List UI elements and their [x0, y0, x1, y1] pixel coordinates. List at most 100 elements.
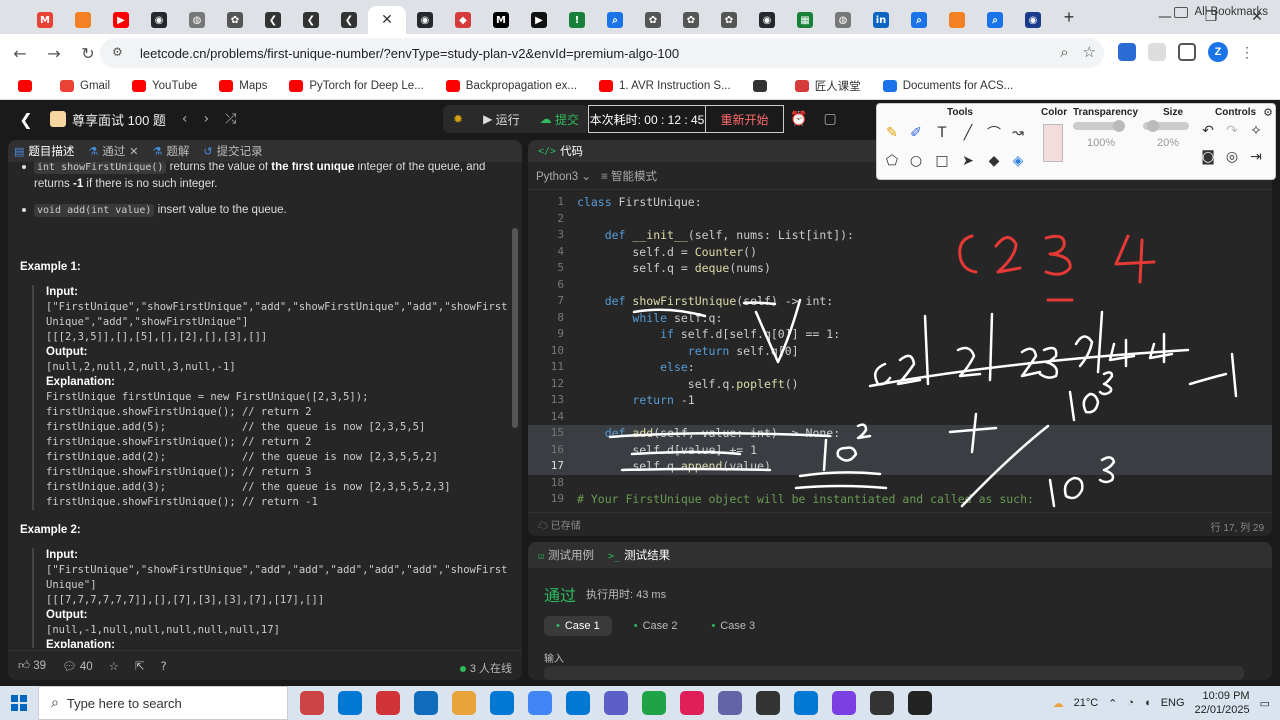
slider-knob[interactable]: [1147, 120, 1159, 132]
address-bar[interactable]: ⚙ leetcode.cn/problems/first-unique-numb…: [100, 38, 1104, 68]
size-slider[interactable]: [1143, 120, 1189, 132]
color-swatch[interactable]: [1043, 124, 1063, 162]
fill-tool-icon[interactable]: ◈: [1009, 152, 1027, 170]
browser-tab[interactable]: ✿: [672, 6, 710, 34]
taskbar-app-icon[interactable]: [718, 691, 742, 715]
start-button[interactable]: [0, 686, 38, 720]
circle-tool-icon[interactable]: ○: [907, 152, 925, 170]
bookmark-item[interactable]: YouTube: [132, 79, 197, 92]
taskbar-app-icon[interactable]: [642, 691, 666, 715]
bookmark-item[interactable]: Documents for ACS...: [882, 79, 1013, 92]
bookmark-item[interactable]: PyTorch for Deep Le...: [289, 79, 424, 92]
exit-icon[interactable]: ⇥: [1247, 148, 1265, 166]
curve-tool-icon[interactable]: ⌒: [985, 124, 1003, 142]
close-tab-icon[interactable]: ✕: [381, 12, 393, 28]
tab-test-results[interactable]: >_ 测试结果: [608, 547, 670, 563]
comment-button[interactable]: 💬︎ 40: [62, 659, 93, 673]
url-text[interactable]: leetcode.cn/problems/first-unique-number…: [140, 46, 679, 61]
taskbar-app-icon[interactable]: [832, 691, 856, 715]
scrollbar[interactable]: [512, 228, 518, 428]
network-icon[interactable]: ◔: [1127, 697, 1134, 709]
bookmark-item[interactable]: Gmail: [60, 79, 110, 92]
puzzle-icon[interactable]: [1178, 43, 1196, 61]
browser-tab[interactable]: ❮: [292, 6, 330, 34]
all-bookmarks[interactable]: All Bookmarks: [1173, 6, 1268, 18]
taskbar-app-icon[interactable]: [566, 691, 590, 715]
bookmark-item[interactable]: Maps: [219, 79, 267, 92]
leetcode-logo-icon[interactable]: ❮: [16, 109, 36, 129]
text-tool-icon[interactable]: T: [933, 124, 951, 142]
taskbar-app-icon[interactable]: [376, 691, 400, 715]
browser-tab[interactable]: ▶: [102, 6, 140, 34]
browser-tab[interactable]: ◉: [1014, 6, 1052, 34]
share-icon[interactable]: ⇱: [135, 659, 145, 673]
tab-passed[interactable]: ⚗ 通过 ✕: [88, 143, 138, 159]
browser-tab[interactable]: ▶: [520, 6, 558, 34]
rectangle-tool-icon[interactable]: □: [933, 152, 951, 170]
polygon-tool-icon[interactable]: ⬠: [883, 152, 901, 170]
hide-icon[interactable]: ◎: [1223, 148, 1241, 166]
taskbar-app-icon[interactable]: [794, 691, 818, 715]
arrow-tool-icon[interactable]: ↝: [1009, 124, 1027, 142]
back-icon[interactable]: ←: [6, 39, 34, 67]
star-icon[interactable]: ☆: [109, 659, 119, 673]
browser-tab[interactable]: M: [26, 6, 64, 34]
case-tab[interactable]: • Case 1: [544, 616, 612, 636]
case-tab[interactable]: • Case 2: [622, 616, 690, 636]
browser-tab[interactable]: ◆: [444, 6, 482, 34]
line-tool-icon[interactable]: ╱: [959, 124, 977, 142]
code-editor[interactable]: 1 class FirstUnique: 2 3 def __init__(self,…: [528, 194, 1272, 512]
extension-icon[interactable]: [1118, 43, 1136, 61]
taskbar-app-icon[interactable]: [870, 691, 894, 715]
pointer-tool-icon[interactable]: ➤: [959, 152, 977, 170]
site-info-icon[interactable]: ⚙: [112, 45, 128, 61]
close-tab-icon[interactable]: ✕: [129, 145, 138, 158]
camera-icon[interactable]: ◙: [1199, 148, 1217, 166]
new-tab-icon[interactable]: +: [1056, 4, 1082, 30]
next-problem-icon[interactable]: ›: [204, 111, 210, 127]
prev-problem-icon[interactable]: ‹: [182, 111, 188, 127]
tab-solutions[interactable]: ⚗ 题解: [153, 143, 190, 159]
bookmark-item[interactable]: 1. AVR Instruction S...: [599, 79, 731, 92]
browser-tab[interactable]: [938, 6, 976, 34]
restart-button[interactable]: 重新开始: [706, 105, 784, 133]
taskbar-app-icon[interactable]: [756, 691, 780, 715]
browser-tab[interactable]: ⌕: [596, 6, 634, 34]
taskbar-app-icon[interactable]: [604, 691, 628, 715]
alarm-icon[interactable]: ⏰: [790, 111, 807, 127]
slider-knob[interactable]: [1113, 120, 1125, 132]
transparency-slider[interactable]: [1073, 120, 1125, 132]
reload-icon[interactable]: ↻: [74, 39, 102, 67]
taskbar-app-icon[interactable]: [338, 691, 362, 715]
forward-icon[interactable]: →: [40, 39, 68, 67]
like-button[interactable]: 👍︎ 39: [18, 658, 46, 673]
browser-tab[interactable]: ⌕: [900, 6, 938, 34]
taskbar-app-icon[interactable]: [528, 691, 552, 715]
tray-chevron-icon[interactable]: ⌃: [1108, 697, 1117, 710]
extension-icon[interactable]: [1148, 43, 1166, 61]
taskbar-app-icon[interactable]: [452, 691, 476, 715]
bookmark-star-icon[interactable]: ☆: [1083, 43, 1096, 61]
undo-icon[interactable]: ↶: [1199, 122, 1217, 140]
case-tab[interactable]: • Case 3: [699, 616, 767, 636]
smart-mode-toggle[interactable]: ≡ 智能模式: [601, 168, 657, 184]
browser-tab[interactable]: !: [558, 6, 596, 34]
tab-testcases[interactable]: ☑ 测试用例: [538, 547, 594, 563]
shuffle-icon[interactable]: ⤮: [225, 111, 236, 127]
highlighter-icon[interactable]: ✎: [883, 124, 901, 142]
clock[interactable]: 10:09 PM 22/01/2025: [1195, 689, 1250, 717]
browser-tab[interactable]: ◉: [140, 6, 178, 34]
clear-icon[interactable]: ✧: [1247, 122, 1265, 140]
taskbar-app-icon[interactable]: [490, 691, 514, 715]
taskbar-app-icon[interactable]: [680, 691, 704, 715]
bookmark-item[interactable]: [752, 79, 773, 92]
study-plan-link[interactable]: 尊享面试 100 题: [50, 110, 166, 129]
pen-icon[interactable]: ✐: [907, 124, 925, 142]
weather-icon[interactable]: ☁: [1053, 697, 1064, 710]
taskbar-search[interactable]: ⌕ Type here to search: [38, 686, 288, 720]
debug-button[interactable]: ✹: [443, 105, 473, 133]
browser-tab[interactable]: in: [862, 6, 900, 34]
note-icon[interactable]: ▢: [823, 111, 836, 127]
taskbar-app-icon[interactable]: [414, 691, 438, 715]
menu-icon[interactable]: ⋮: [1240, 44, 1254, 61]
